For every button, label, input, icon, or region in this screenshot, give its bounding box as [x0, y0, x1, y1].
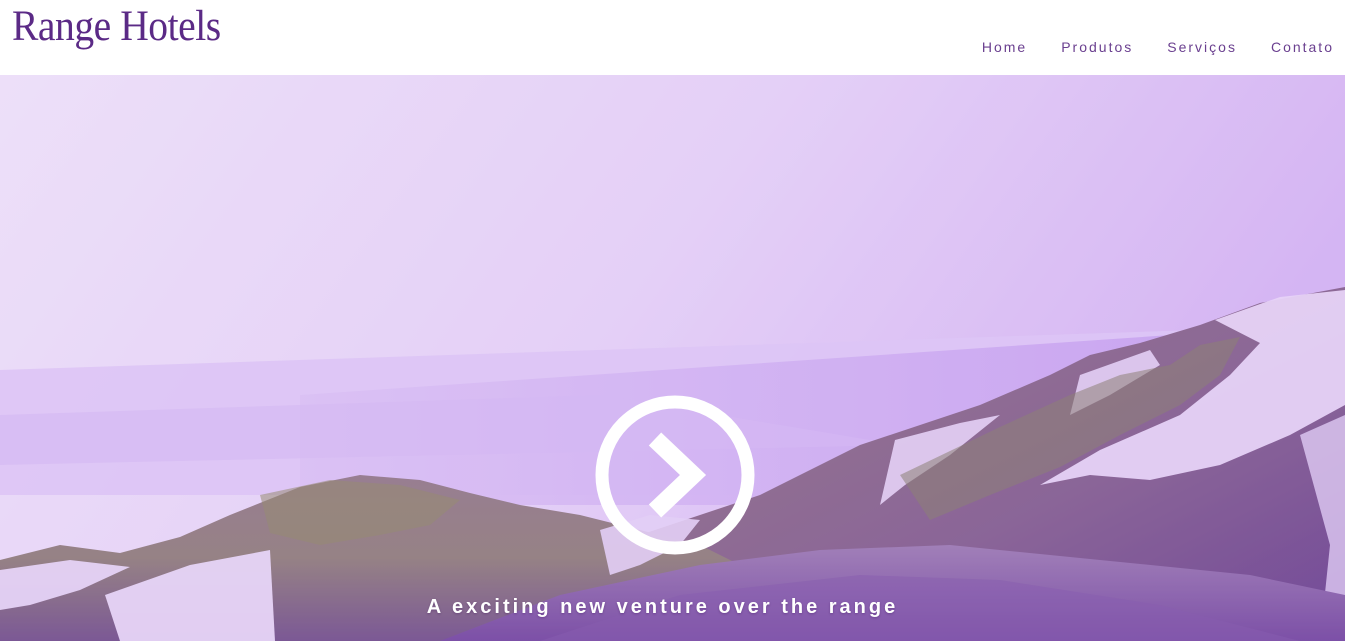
- site-header: Range Hotels Home Produtos Serviços Cont…: [0, 0, 1345, 75]
- nav-item-servicos[interactable]: Serviços: [1167, 39, 1237, 55]
- main-nav: Home Produtos Serviços Contato: [948, 39, 1334, 55]
- brand-logo[interactable]: Range Hotels: [12, 2, 221, 52]
- play-button[interactable]: [595, 395, 755, 555]
- hero-tagline: A exciting new venture over the range: [426, 596, 899, 618]
- nav-item-home[interactable]: Home: [982, 39, 1027, 55]
- chevron-right-circle-icon: [595, 395, 755, 555]
- nav-item-contato[interactable]: Contato: [1271, 39, 1334, 55]
- nav-item-produtos[interactable]: Produtos: [1061, 39, 1133, 55]
- hero-banner: A exciting new venture over the range: [0, 75, 1345, 641]
- hero-landscape-image: [0, 75, 1345, 641]
